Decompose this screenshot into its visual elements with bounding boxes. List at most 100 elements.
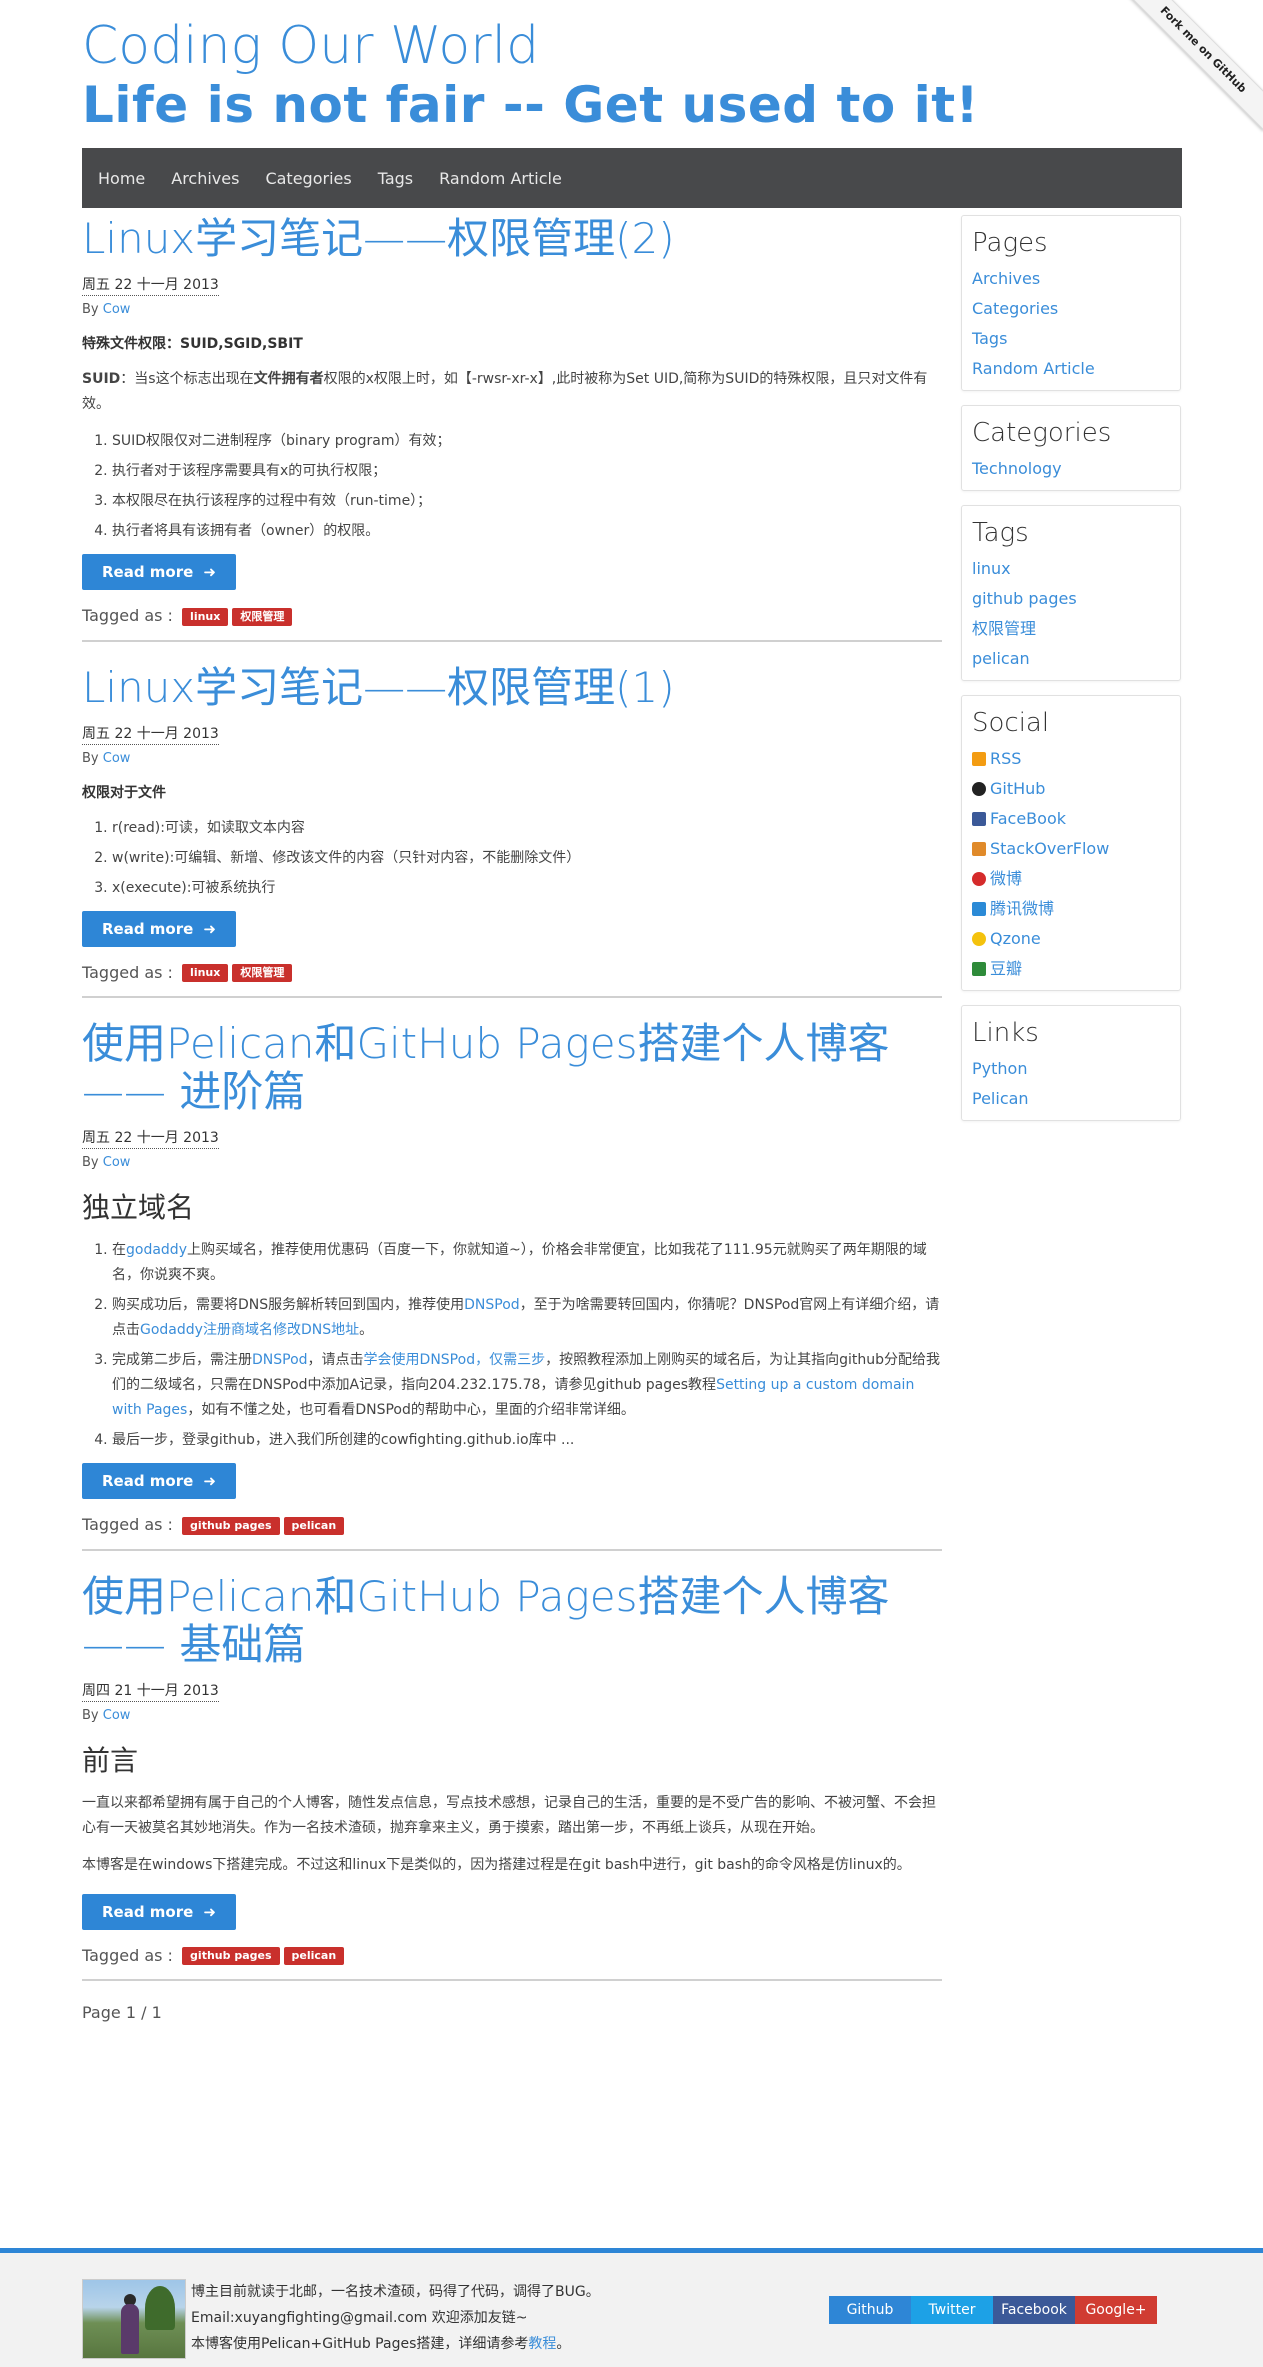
fork-me-ribbon[interactable]: Fork me on GitHub	[1122, 0, 1263, 131]
social-link-douban[interactable]: 豆瓣	[990, 959, 1022, 978]
post: 使用Pelican和GitHub Pages搭建个人博客 —— 进阶篇 周五 22…	[82, 1020, 942, 1551]
tag-badge[interactable]: 权限管理	[232, 964, 293, 982]
post-paragraph: SUID：当s这个标志出现在文件拥有者权限的x权限上时，如【-rwsr-xr-x…	[82, 371, 928, 412]
post-tags: Tagged as : github pages pelican	[82, 1515, 942, 1535]
tag-badge[interactable]: linux	[182, 964, 229, 982]
sidebar-link-random-article[interactable]: Random Article	[972, 359, 1095, 378]
arrow-right-icon: ➜	[203, 1902, 216, 1921]
post-title[interactable]: Linux学习笔记——权限管理(1)	[82, 663, 942, 712]
dnspod-tutorial-link[interactable]: 学会使用DNSPod，仅需三步	[364, 1352, 546, 1368]
twitter-button[interactable]: Twitter	[911, 2296, 993, 2324]
facebook-button[interactable]: Facebook	[993, 2296, 1075, 2324]
author-link[interactable]: Cow	[103, 1708, 131, 1723]
post-byline: By Cow	[82, 1707, 131, 1723]
post-title[interactable]: 使用Pelican和GitHub Pages搭建个人博客 —— 进阶篇	[82, 1020, 942, 1116]
godaddy-dns-link[interactable]: Godaddy注册商域名修改DNS地址	[140, 1322, 359, 1338]
post-heading: 独立域名	[82, 1191, 195, 1224]
tag-badge[interactable]: pelican	[283, 1947, 345, 1965]
list-item: 本权限尽在执行该程序的过程中有效（run-time）；	[112, 489, 942, 514]
sidebar-link-technology[interactable]: Technology	[972, 459, 1062, 478]
social-link-github[interactable]: GitHub	[990, 779, 1045, 798]
nav-categories[interactable]: Categories	[265, 169, 351, 188]
post-paragraph: 一直以来都希望拥有属于自己的个人博客，随性发点信息，写点技术感想，记录自己的生活…	[82, 1794, 936, 1836]
post-list: SUID权限仅对二进制程序（binary program）有效； 执行者对于该程…	[82, 429, 942, 544]
post-date: 周四 21 十一月 2013	[82, 1681, 219, 1702]
post-byline: By Cow	[82, 302, 131, 317]
dnspod-link[interactable]: DNSPod	[464, 1297, 520, 1313]
facebook-icon	[972, 812, 986, 826]
list-item: 执行者将具有该拥有者（owner）的权限。	[112, 519, 942, 544]
sidebar-link-pelican[interactable]: Pelican	[972, 1089, 1029, 1108]
nav-home[interactable]: Home	[98, 169, 145, 188]
footer-line: 博主目前就读于北邮，一名技术渣硕，码得了代码，调得了BUG。	[191, 2284, 600, 2300]
pagination: Page 1 / 1	[82, 2003, 162, 2022]
google-plus-button[interactable]: Google+	[1075, 2296, 1157, 2324]
post-subheading: 权限对于文件	[82, 784, 166, 801]
footer-social-buttons: Github Twitter Facebook Google+	[829, 2296, 1157, 2324]
sidebar-tag-link[interactable]: 权限管理	[972, 619, 1036, 638]
post-subheading: 特殊文件权限：SUID,SGID,SBIT	[82, 336, 303, 352]
post: 使用Pelican和GitHub Pages搭建个人博客 —— 基础篇 周四 21…	[82, 1572, 942, 1981]
author-link[interactable]: Cow	[103, 1155, 131, 1170]
tag-badge[interactable]: github pages	[182, 1947, 280, 1965]
list-item: 完成第二步后，需注册DNSPod，请点击学会使用DNSPod，仅需三步，按照教程…	[112, 1348, 942, 1423]
sidebar-tag-link[interactable]: github pages	[972, 589, 1077, 608]
post: Linux学习笔记——权限管理(2) 周五 22 十一月 2013 By Cow…	[82, 215, 942, 642]
sidebar-link-tags[interactable]: Tags	[972, 329, 1007, 348]
list-item: r(read):可读，如读取文本内容	[112, 816, 942, 841]
post-date: 周五 22 十一月 2013	[82, 1128, 219, 1149]
read-more-button[interactable]: Read more ➜	[82, 910, 236, 947]
social-link-tencent-weibo[interactable]: 腾讯微博	[990, 899, 1054, 918]
godaddy-link[interactable]: godaddy	[126, 1242, 187, 1258]
read-more-button[interactable]: Read more ➜	[82, 554, 236, 590]
sidebar-link-categories[interactable]: Categories	[972, 299, 1058, 318]
post-tags: Tagged as : linux 权限管理	[82, 963, 942, 982]
main-content: Linux学习笔记——权限管理(2) 周五 22 十一月 2013 By Cow…	[82, 215, 942, 2022]
list-item: 执行者对于该程序需要具有x的可执行权限；	[112, 459, 942, 484]
tag-badge[interactable]: github pages	[182, 1516, 280, 1535]
arrow-right-icon: ➜	[203, 563, 216, 581]
post-paragraph: 本博客是在windows下搭建完成。不过这和linux下是类似的，因为搭建过程是…	[82, 1856, 911, 1873]
social-link-qzone[interactable]: Qzone	[990, 929, 1041, 948]
read-more-button[interactable]: Read more ➜	[82, 1893, 236, 1930]
footer-email: Email:xuyangfighting@gmail.com 欢迎添加友链~	[191, 2310, 528, 2326]
sidebar-link-archives[interactable]: Archives	[972, 269, 1040, 288]
sidebar-tag-link[interactable]: pelican	[972, 649, 1030, 668]
site-title[interactable]: Coding Our World	[82, 16, 539, 76]
footer-line: 本博客使用Pelican+GitHub Pages搭建，详细请参考教程。	[191, 2336, 571, 2352]
social-link-weibo[interactable]: 微博	[990, 869, 1022, 888]
social-widget: Social RSS GitHub FaceBook StackOverFlow…	[961, 695, 1181, 991]
author-link[interactable]: Cow	[103, 302, 131, 317]
read-more-button[interactable]: Read more ➜	[82, 1463, 236, 1499]
list-item: x(execute):可被系统执行	[112, 876, 942, 901]
navbar: Home Archives Categories Tags Random Art…	[82, 148, 1182, 208]
sidebar-tag-link[interactable]: linux	[972, 559, 1011, 578]
sidebar-link-python[interactable]: Python	[972, 1059, 1027, 1078]
pages-widget: Pages Archives Categories Tags Random Ar…	[961, 215, 1181, 391]
qzone-icon	[972, 932, 986, 946]
weibo-icon	[972, 872, 986, 886]
tag-badge[interactable]: linux	[182, 607, 229, 626]
nav-random-article[interactable]: Random Article	[439, 169, 562, 188]
tutorial-link[interactable]: 教程	[528, 2336, 556, 2352]
dnspod-link[interactable]: DNSPod	[252, 1352, 308, 1368]
post-title[interactable]: Linux学习笔记——权限管理(2)	[82, 215, 942, 263]
tag-badge[interactable]: 权限管理	[232, 607, 293, 626]
github-ribbon-container: Fork me on GitHub	[1113, 0, 1263, 150]
nav-archives[interactable]: Archives	[171, 169, 239, 188]
nav-tags[interactable]: Tags	[378, 169, 413, 188]
arrow-right-icon: ➜	[203, 919, 216, 938]
site-subtitle: Life is not fair -- Get used to it!	[82, 76, 979, 134]
social-link-rss[interactable]: RSS	[990, 749, 1021, 768]
links-widget: Links Python Pelican	[961, 1005, 1181, 1121]
social-link-stackoverflow[interactable]: StackOverFlow	[990, 839, 1109, 858]
author-link[interactable]: Cow	[103, 751, 131, 766]
github-button[interactable]: Github	[829, 2296, 911, 2324]
footer: 博主目前就读于北邮，一名技术渣硕，码得了代码，调得了BUG。 Email:xuy…	[0, 2248, 1263, 2367]
post-title[interactable]: 使用Pelican和GitHub Pages搭建个人博客 —— 基础篇	[82, 1572, 942, 1669]
github-icon	[972, 782, 986, 796]
tag-badge[interactable]: pelican	[283, 1516, 345, 1535]
list-item: 购买成功后，需要将DNS服务解析转回到国内，推荐使用DNSPod，至于为啥需要转…	[112, 1293, 942, 1343]
social-link-facebook[interactable]: FaceBook	[990, 809, 1066, 828]
categories-widget: Categories Technology	[961, 405, 1181, 491]
